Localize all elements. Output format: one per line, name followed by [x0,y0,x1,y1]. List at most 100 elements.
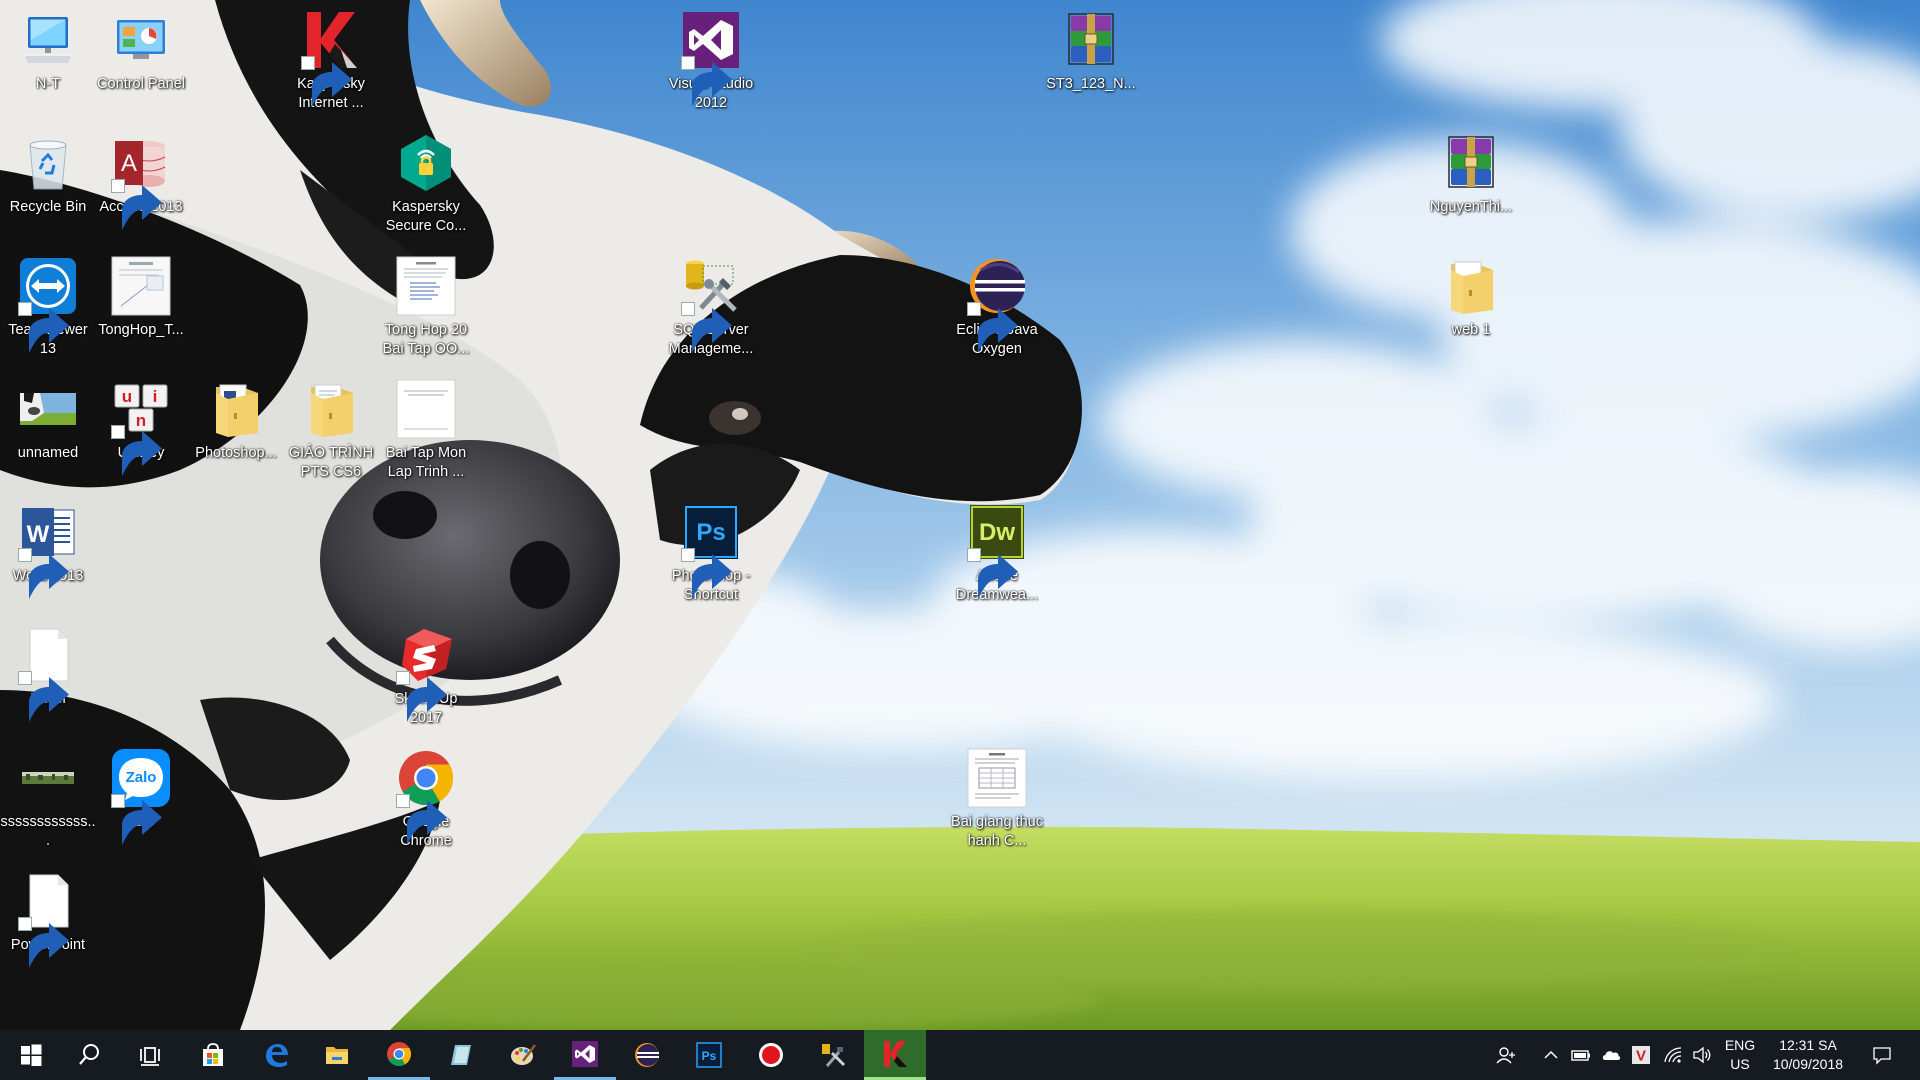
taskbar-app-visual-studio[interactable] [554,1030,616,1080]
document-thumbnail-icon [967,748,1027,808]
desktop-icon-label: GIÁO TRÌNH PTS CS6 [288,445,374,480]
desktop-icon-label: web 1 [1451,322,1491,338]
search-button[interactable] [58,1030,120,1080]
desktop-icon-powerpoint[interactable]: PowerPoint [0,871,96,968]
chevron-up-icon [1541,1045,1561,1065]
input-language-indicator[interactable]: ENG US [1718,1030,1762,1080]
desktop-icon-eclipse-java-oxygen[interactable]: Eclipse Java Oxygen [949,256,1045,359]
desktop-icon-teamviewer-13[interactable]: TeamViewer 13 [0,256,96,359]
taskbar-app-edge[interactable] [245,1030,307,1080]
taskbar-app-paint[interactable] [492,1030,554,1080]
show-hidden-icons-button[interactable] [1538,1030,1564,1080]
desktop-icon-kaspersky-secure-connection[interactable]: Kaspersky Secure Co... [378,133,474,236]
desktop-icon-web-1[interactable]: web 1 [1423,256,1519,340]
chrome-icon [396,748,456,845]
photoshop-icon: Ps [681,502,741,599]
desktop-icon-label: Kaspersky Secure Co... [385,199,467,234]
desktop-icon-excel[interactable]: Excel [0,625,96,722]
taskbar-app-file-explorer[interactable] [306,1030,368,1080]
desktop-icon-visual-studio-2012[interactable]: Visual Studio 2012 [663,10,759,113]
desktop-icon-unnamed[interactable]: unnamed [0,379,96,463]
kaspersky-secure-connection-icon [396,133,456,193]
sketchup-icon [396,625,456,722]
photoshop-logo-text: Ps [696,519,725,546]
taskbar-app-chrome[interactable] [368,1030,430,1080]
battery-icon [1571,1045,1591,1065]
shortcut-arrow-icon [18,671,69,722]
start-button[interactable] [0,1030,62,1080]
desktop-icon-label: TongHop_T... [98,322,184,338]
shortcut-arrow-icon [681,548,732,599]
desktop-icon-label: Photoshop... [195,445,277,461]
unikey-letter-i: i [153,387,158,406]
battery-status[interactable] [1568,1030,1594,1080]
people-button[interactable] [1490,1030,1522,1080]
shortcut-arrow-icon [18,917,69,968]
taskbar-app-generic[interactable] [430,1030,492,1080]
desktop-icon-photoshop-shortcut[interactable]: Ps Photoshop - Shortcut [663,502,759,605]
desktop-icon-label: ssssssssssss... [0,814,96,849]
desktop-icon-access-2013[interactable]: A Access 2013 [93,133,189,230]
desktop-icon-control-panel[interactable]: Control Panel [93,10,189,94]
desktop-icon-sql-server-management[interactable]: SQL Server Manageme... [663,256,759,359]
sql-server-icon [681,256,741,353]
onedrive-status[interactable] [1598,1030,1624,1080]
action-center-icon [1872,1045,1892,1065]
desktop-icon-n-t[interactable]: N-T [0,10,96,94]
desktop-icon-bai-giang-thuc-hanh[interactable]: Bai giang thuc hanh C... [949,748,1045,851]
access-logo-letter: A [121,150,137,177]
word-icon: W [18,502,78,599]
photoshop-icon: Ps [695,1041,723,1069]
shortcut-arrow-icon [396,794,447,845]
shortcut-arrow-icon [967,548,1018,599]
shortcut-arrow-icon [681,56,732,107]
desktop-icon-word-2013[interactable]: W Word 2013 [0,502,96,599]
task-view-button[interactable] [119,1030,181,1080]
network-status[interactable] [1659,1030,1687,1080]
people-icon [1496,1045,1516,1065]
desktop-icon-image-ssss[interactable]: ssssssssssss... [0,748,96,851]
desktop-icon-bai-tap-mon-lap-trinh[interactable]: Bai Tap Mon Lap Trinh ... [378,379,474,482]
desktop-icon-photoshop-folder[interactable]: Photoshop... [188,379,284,463]
desktop-icon-giao-trinh-pts-cs6[interactable]: GIÁO TRÌNH PTS CS6 [283,379,379,482]
visual-studio-icon [571,1040,599,1068]
taskbar-app-kaspersky[interactable] [864,1030,926,1080]
sql-server-icon [819,1041,847,1069]
image-thumbnail-icon [18,748,78,808]
record-icon [757,1041,785,1069]
image-thumbnail-icon [18,379,78,439]
desktop-icon-unikey[interactable]: uin UniKey [93,379,189,476]
folder-icon [1441,256,1501,316]
taskbar-app-store[interactable] [182,1030,244,1080]
access-icon: A [111,133,171,230]
document-thumbnail-icon [111,256,171,316]
taskbar-app-recorder[interactable] [740,1030,802,1080]
desktop-icon-tong-hop-20-bai-tap[interactable]: Tong Hop 20 Bai Tap OO... [378,256,474,359]
vietkey-status[interactable]: V [1628,1030,1654,1080]
desktop-icon-recycle-bin[interactable]: Recycle Bin [0,133,96,217]
taskbar-app-photoshop[interactable]: Ps [678,1030,740,1080]
pc-icon [18,10,78,70]
desktop-icon-adobe-dreamweaver[interactable]: Dw Adobe Dreamwea... [949,502,1045,605]
desktop-icon-sketchup-2017[interactable]: SketchUp 2017 [378,625,474,728]
desktop-icon-nguyenthi-archive[interactable]: NguyenThi... [1423,133,1519,217]
volume-control[interactable] [1688,1030,1716,1080]
action-center-button[interactable] [1862,1030,1902,1080]
zalo-icon: Zalo [111,748,171,845]
clock[interactable]: 12:31 SA 10/09/2018 [1766,1030,1850,1080]
taskbar-app-sql-server[interactable] [802,1030,864,1080]
clock-date: 10/09/2018 [1772,1056,1844,1072]
desktop-icon-st3-archive[interactable]: ST3_123_N... [1043,10,1139,94]
task-view-icon [136,1041,164,1069]
winrar-archive-icon [1061,10,1121,70]
document-thumbnail-icon [396,256,456,316]
eclipse-icon [967,256,1027,353]
desktop-icon-zalo[interactable]: Zalo Zalo [93,748,189,845]
dreamweaver-logo-text: Dw [979,519,1015,546]
shortcut-arrow-icon [18,302,69,353]
desktop-icon-google-chrome[interactable]: Google Chrome [378,748,474,851]
desktop-icon-tonghop-t[interactable]: TongHop_T... [93,256,189,340]
desktop-icon-kaspersky-internet[interactable]: Kaspersky Internet ... [283,10,379,113]
taskbar-app-eclipse[interactable] [616,1030,678,1080]
desktop-icon-label: Bai giang thuc hanh C... [951,814,1043,849]
